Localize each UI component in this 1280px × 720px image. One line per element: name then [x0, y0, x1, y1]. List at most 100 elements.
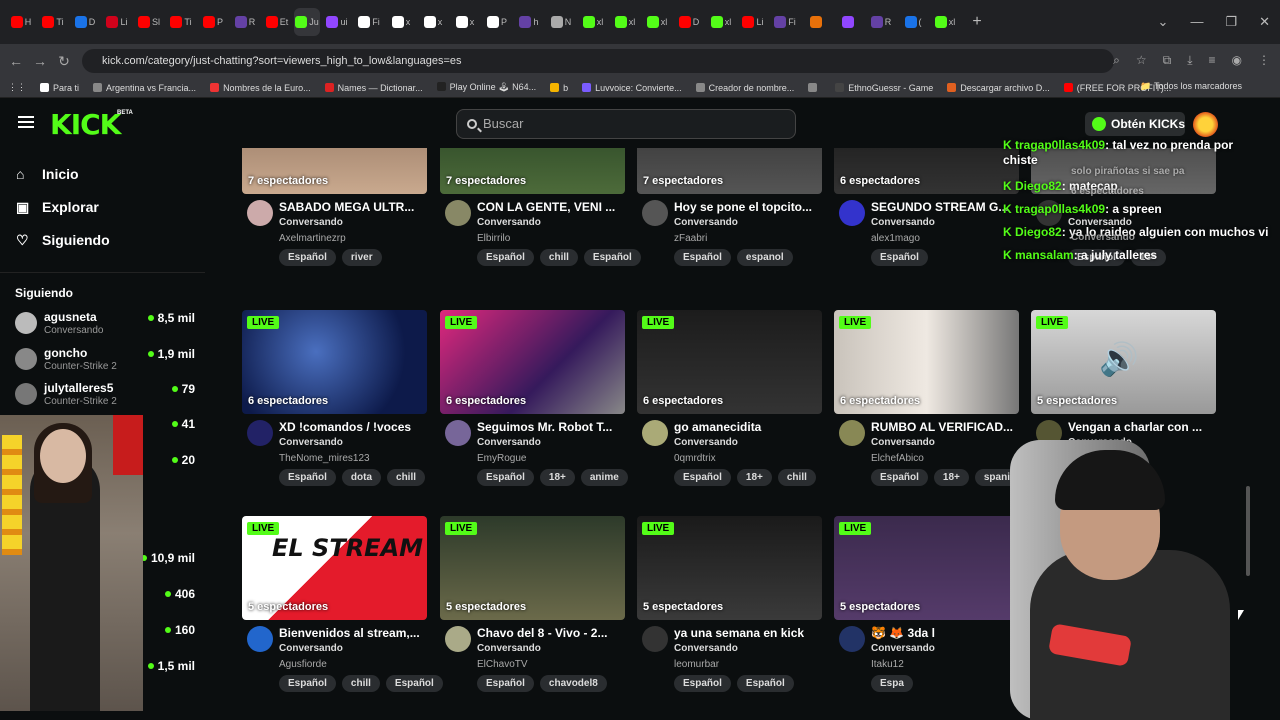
browser-tab[interactable]: P	[482, 8, 512, 36]
avatar[interactable]	[445, 420, 471, 446]
menu-toggle-icon[interactable]	[18, 116, 34, 128]
tag-chip[interactable]: Español	[674, 469, 731, 486]
stream-category[interactable]: Conversando	[279, 437, 343, 448]
stream-card[interactable]: LIVE 5 espectadores 🐯 🦊 3da l Conversando It…	[834, 516, 1019, 706]
bookmark-item[interactable]: Play Online 🕹 N64...	[436, 82, 536, 93]
stream-category[interactable]: Conversando	[871, 217, 935, 228]
channel-name[interactable]: leomurbar	[674, 659, 719, 670]
browser-tab[interactable]: x	[386, 8, 416, 36]
stream-card[interactable]: 7 espectadores CON LA GENTE, VENI ... Conv…	[440, 148, 641, 280]
avatar[interactable]	[839, 200, 865, 226]
tag-chip[interactable]: 18+	[539, 469, 575, 486]
tag-chip[interactable]: Español	[279, 249, 336, 266]
chat-username[interactable]: mansalam	[1015, 248, 1074, 262]
avatar[interactable]	[642, 420, 668, 446]
avatar[interactable]	[247, 200, 273, 226]
bookmark-item[interactable]: Names — Dictionar...	[324, 82, 423, 93]
stream-category[interactable]: Conversando	[871, 643, 935, 654]
stream-thumbnail[interactable]: LIVE 6 espectadores	[242, 310, 427, 414]
channel-name[interactable]: EmyRogue	[477, 453, 526, 464]
tag-chip[interactable]: Español	[477, 469, 534, 486]
bookmark-item[interactable]: Argentina vs Francia...	[93, 82, 196, 93]
tag-chip[interactable]: chill	[777, 469, 816, 486]
following-item-agusneta[interactable]: agusneta Conversando 8,5 mil	[15, 308, 195, 342]
browser-tab[interactable]: R	[230, 8, 260, 36]
browser-tab[interactable]: H	[6, 8, 36, 36]
following-item-julytalleres5[interactable]: julytalleres5 Counter-Strike 2 79	[15, 379, 195, 413]
tag-chip[interactable]: river	[341, 249, 382, 266]
page-scrollbar[interactable]	[1246, 486, 1250, 576]
tag-chip[interactable]: Español	[583, 249, 641, 266]
stream-category[interactable]: Conversando	[477, 643, 541, 654]
kick-logo[interactable]: KICK	[50, 108, 121, 141]
extensions-icon[interactable]: ⧉	[1163, 53, 1172, 68]
avatar[interactable]	[642, 626, 668, 652]
avatar[interactable]	[445, 626, 471, 652]
bookmark-item[interactable]: b	[550, 82, 568, 93]
stream-thumbnail[interactable]: 7 espectadores	[242, 148, 427, 194]
get-kicks-button[interactable]: Obtén KICKs	[1085, 112, 1185, 136]
channel-name[interactable]: Elbirrilo	[477, 233, 510, 244]
browser-tab[interactable]: h	[514, 8, 544, 36]
stream-card[interactable]: LIVE 6 espectadores Seguimos Mr. Robot T..…	[440, 310, 628, 500]
avatar[interactable]	[642, 200, 668, 226]
apps-icon[interactable]: ⋮⋮	[8, 82, 26, 93]
stream-category[interactable]: Conversando	[279, 643, 343, 654]
stream-category[interactable]: Conversando	[674, 643, 738, 654]
stream-category[interactable]: Conversando	[477, 217, 541, 228]
stream-thumbnail[interactable]: LIVE 6 espectadores	[637, 310, 822, 414]
avatar[interactable]	[445, 200, 471, 226]
stream-card[interactable]: 6 espectadores SEGUNDO STREAM G... Convers…	[834, 148, 1019, 280]
back-icon[interactable]: ←	[4, 53, 28, 69]
browser-tab[interactable]: xl	[930, 8, 960, 36]
stream-card[interactable]: LIVE 5 espectadores ya una semana en kick C…	[637, 516, 822, 706]
browser-tab[interactable]: Ti	[38, 8, 68, 36]
stream-thumbnail[interactable]: LIVE 6 espectadores	[440, 310, 625, 414]
browser-tab[interactable]: Fi	[770, 8, 800, 36]
browser-tab[interactable]	[834, 8, 864, 36]
chat-username[interactable]: tragap0llas4k09	[1015, 138, 1105, 152]
bookmark-item[interactable]: Descargar archivo D...	[947, 82, 1050, 93]
bookmark-item[interactable]: Luvvoice: Convierte...	[582, 82, 682, 93]
avatar[interactable]	[839, 420, 865, 446]
chat-username[interactable]: Diego82	[1015, 179, 1062, 193]
chevron-down-icon[interactable]: ⌄	[1158, 14, 1169, 30]
stream-title[interactable]: ya una semana en kick	[674, 626, 824, 640]
browser-tab[interactable]: D	[674, 8, 704, 36]
channel-name[interactable]: alex1mago	[871, 233, 920, 244]
tag-chip[interactable]: Español	[674, 675, 731, 692]
tag-chip[interactable]: chill	[539, 249, 578, 266]
tag-chip[interactable]: chill	[341, 675, 380, 692]
browser-tab[interactable]: x	[418, 8, 448, 36]
bookmark-item[interactable]: EthnoGuessr - Game	[835, 82, 933, 93]
all-bookmarks[interactable]: 📁 Todos los marcadores	[1140, 81, 1242, 92]
stream-title[interactable]: Seguimos Mr. Robot T...	[477, 420, 627, 434]
tag-chip[interactable]: chill	[387, 469, 426, 486]
bookmark-item[interactable]: Creador de nombre...	[695, 82, 794, 93]
stream-category[interactable]: Conversando	[871, 437, 935, 448]
tag-chip[interactable]: chavodel8	[539, 675, 607, 692]
tag-chip[interactable]: 18+	[933, 469, 969, 486]
stream-title[interactable]: SABADO MEGA ULTR...	[279, 200, 429, 214]
stream-thumbnail[interactable]: LIVE 5 espectadores	[440, 516, 625, 620]
channel-name[interactable]: TheNome_mires123	[279, 453, 370, 464]
url-field[interactable]: kick.com/category/just-chatting?sort=vie…	[82, 49, 1114, 73]
browser-tab[interactable]: Ti	[166, 8, 196, 36]
download-icon[interactable]: ⤓	[1187, 53, 1192, 68]
stream-title[interactable]: XD !comandos / !voces	[279, 420, 429, 434]
browser-tab[interactable]: N	[546, 8, 576, 36]
browser-tab[interactable]: Li	[102, 8, 132, 36]
channel-name[interactable]: Itaku12	[871, 659, 904, 670]
tag-chip[interactable]: Español	[385, 675, 443, 692]
zoom-icon[interactable]: ⌕	[1113, 53, 1120, 68]
tag-chip[interactable]: Español	[279, 469, 336, 486]
stream-category[interactable]: Conversando	[674, 437, 738, 448]
avatar[interactable]	[247, 626, 273, 652]
stream-card[interactable]: LIVE 5 espectadores Chavo del 8 - Vivo - 2…	[440, 516, 625, 706]
browser-tab[interactable]: Et	[262, 8, 292, 36]
channel-name[interactable]: Axelmartinezrp	[279, 233, 346, 244]
stream-card[interactable]: LIVE 6 espectadores XD !comandos / !voces C…	[242, 310, 427, 500]
stream-title[interactable]: go amanecidita	[674, 420, 824, 434]
sidebar-item-siguiendo[interactable]: ♡ Siguiendo	[16, 232, 110, 248]
stream-thumbnail[interactable]: LIVE 5 espectadores	[834, 516, 1019, 620]
